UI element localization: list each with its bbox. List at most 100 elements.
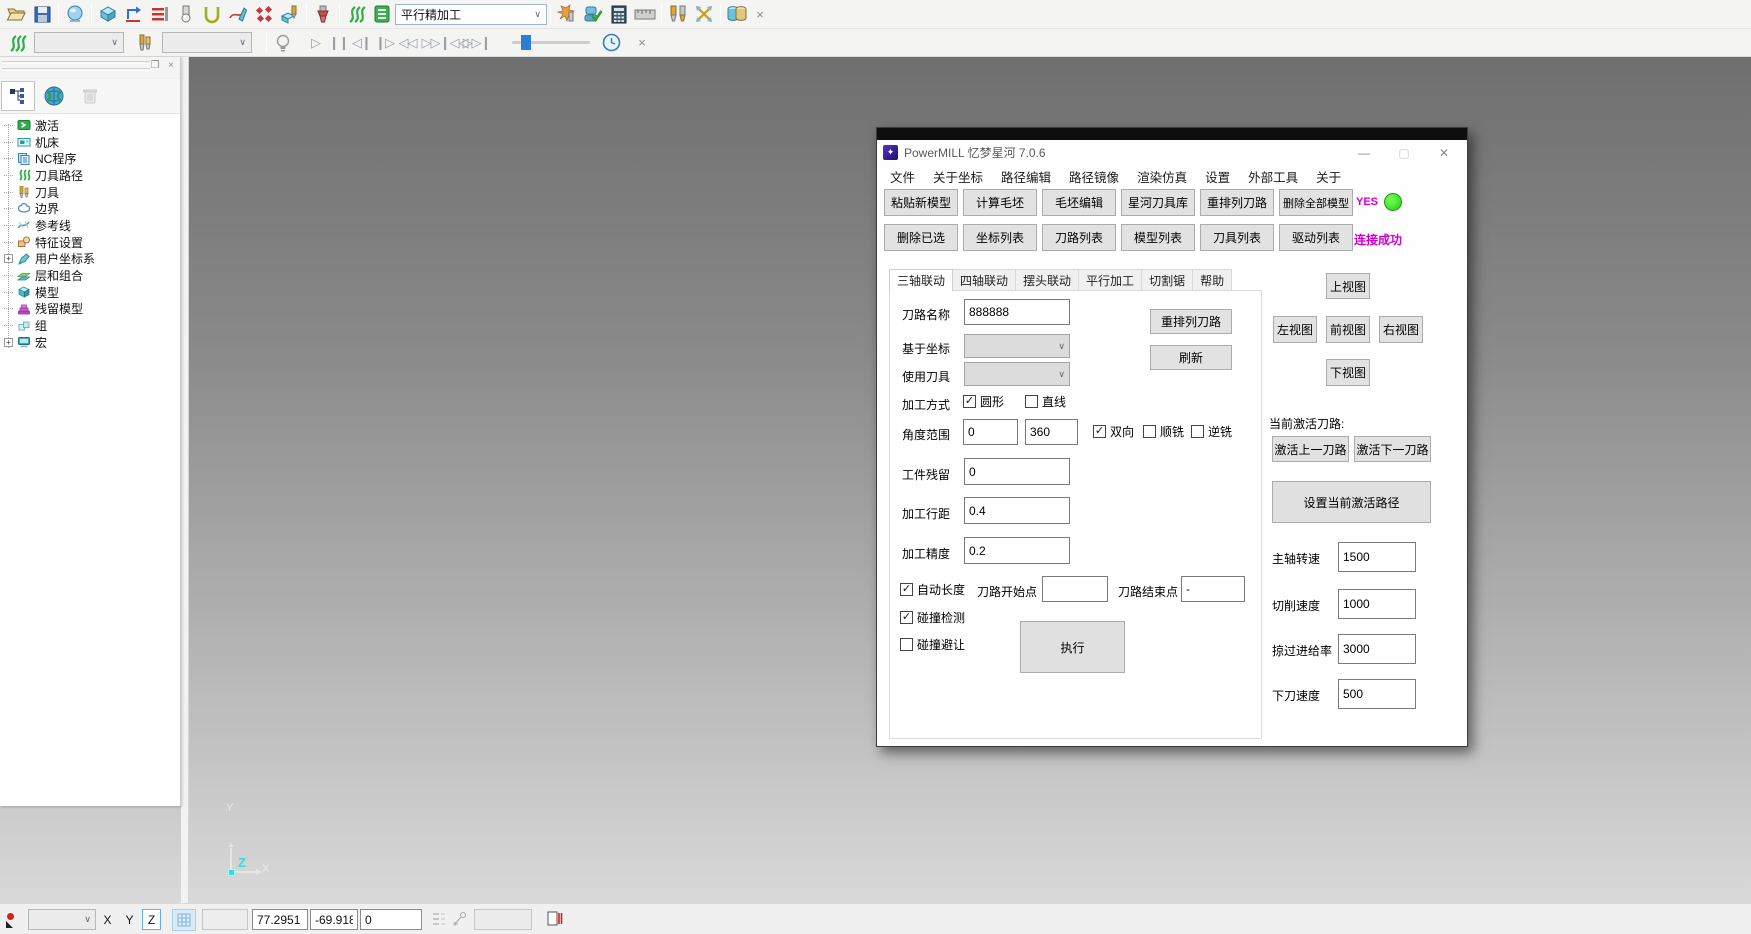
mode-line-checkbox[interactable]: 直线 [1025,393,1066,410]
close-button[interactable]: ✕ [1427,146,1461,160]
toolpath-icon[interactable] [343,2,369,26]
rearrange-button[interactable]: 重排列刀路 [1150,309,1232,334]
menu-settings[interactable]: 设置 [1196,167,1239,186]
dialog-titlebar[interactable]: ✦ PowerMILL 忆梦星河 7.0.6 — ▢ ✕ [877,140,1467,165]
tree-item-feature-sets[interactable]: 特征设置 [0,234,180,251]
x-axis-button[interactable]: X [98,909,117,930]
tree-item-models[interactable]: 模型 [0,284,180,301]
menu-path-mirror[interactable]: 路径镜像 [1060,167,1128,186]
simulate-icon[interactable] [277,2,303,26]
rearrange-toolpaths-button[interactable]: 重排列刀路 [1200,189,1274,216]
toolpath-list-button[interactable]: 刀路列表 [1042,224,1116,251]
tab-saw[interactable]: 切割锯 [1141,269,1193,290]
tool-pair-icon[interactable] [665,2,691,26]
skip-end-icon[interactable]: ▷▷❙ [465,32,488,54]
expand-icon[interactable]: + [4,254,13,263]
angle-from-input[interactable] [963,419,1018,445]
calc-stock-button[interactable]: 计算毛坯 [963,189,1037,216]
pause-icon[interactable]: ❙❙ [327,32,350,54]
menu-coords[interactable]: 关于坐标 [924,167,992,186]
use-tool-dropdown[interactable]: ∨ [964,362,1070,386]
tree-item-activate[interactable]: 激活 [0,117,180,134]
grid-size-field[interactable] [202,909,248,930]
delete-all-models-button[interactable]: 删除全部模型 [1279,189,1353,216]
tree-item-boundaries[interactable]: 边界 [0,200,180,217]
tree-item-toolpaths[interactable]: 刀具路径 [0,167,180,184]
close-panel-icon[interactable]: × [165,60,177,71]
refresh-button[interactable]: 刷新 [1150,345,1232,370]
slider-handle[interactable] [521,35,531,50]
new-tool-icon[interactable] [554,2,580,26]
coord-list-button[interactable]: 坐标列表 [963,224,1037,251]
toolpath-select-dropdown[interactable]: ∨ [34,32,124,53]
view-bottom-button[interactable]: 下视图 [1326,359,1370,386]
spindle-speed-input[interactable] [1338,542,1416,572]
activate-prev-button[interactable]: 激活上一刀路 [1272,436,1349,462]
toolpath-name-input[interactable] [964,299,1070,325]
tool-holder-icon[interactable] [310,2,336,26]
activate-next-button[interactable]: 激活下一刀路 [1354,436,1431,462]
calculator-icon[interactable] [606,2,632,26]
delete-selected-button[interactable]: 删除已选 [884,224,958,251]
collision-icon[interactable] [199,2,225,26]
tool-select-dropdown[interactable]: ∨ [162,32,252,53]
tree-item-machine[interactable]: 机床 [0,134,180,151]
clock-icon[interactable] [598,31,624,55]
paste-model-button[interactable]: 粘贴新模型 [884,189,958,216]
strategy-dropdown[interactable]: 平行精加工 ∨ [395,4,547,25]
verify-icon[interactable] [580,2,606,26]
based-coord-dropdown[interactable]: ∨ [964,334,1070,358]
stepover-input[interactable] [964,497,1070,524]
z-axis-button[interactable]: Z [142,909,161,930]
fast-forward-icon[interactable]: ▷▷ [419,32,442,54]
coord-y-input[interactable] [310,909,358,930]
save-icon[interactable] [29,2,55,26]
strategy-list-icon[interactable] [369,2,395,26]
menu-path-edit[interactable]: 路径编辑 [992,167,1060,186]
menu-external-tools[interactable]: 外部工具 [1239,167,1307,186]
model-list-button[interactable]: 模型列表 [1121,224,1195,251]
tolerance-field[interactable] [474,909,532,930]
angle-to-input[interactable] [1025,419,1078,445]
feed-rate-icon[interactable] [147,2,173,26]
expand-icon[interactable]: + [4,338,13,347]
skip-start-icon[interactable]: ❙◁◁ [442,32,465,54]
page-marker-icon[interactable] [546,910,564,931]
view-top-button[interactable]: 上视图 [1326,273,1370,299]
float-panel-icon[interactable]: ❐ [149,60,161,71]
minimize-button[interactable]: — [1347,146,1381,160]
ruler-icon[interactable] [632,2,658,26]
tab-explorer-trash[interactable] [73,81,107,111]
panel-splitter[interactable] [181,57,189,903]
coord-z-input[interactable] [360,909,422,930]
tree-item-workplanes[interactable]: + 用户坐标系 [0,251,180,268]
view-right-button[interactable]: 右视图 [1379,316,1423,343]
play-icon[interactable]: ▷ [304,32,327,54]
toolbar-close-icon[interactable]: × [750,4,770,24]
open-file-icon[interactable] [3,2,29,26]
end-point-input[interactable] [1181,576,1245,602]
plunge-feed-input[interactable] [1338,679,1416,709]
toolpath-icon[interactable] [4,31,30,55]
workplane-dropdown[interactable]: ∨ [28,909,96,930]
tab-4axis[interactable]: 四轴联动 [952,269,1016,290]
collision-check-checkbox[interactable]: ✓ 碰撞检测 [900,609,965,626]
menu-file[interactable]: 文件 [881,167,924,186]
skim-feed-input[interactable] [1338,634,1416,664]
tree-item-levels-sets[interactable]: 层和组合 [0,267,180,284]
probe-icon[interactable] [452,911,468,930]
tool-icon[interactable] [173,2,199,26]
edit-stock-button[interactable]: 毛坯编辑 [1042,189,1116,216]
tab-help[interactable]: 帮助 [1192,269,1232,290]
grid-snap-button[interactable] [172,909,196,931]
collision-avoid-checkbox[interactable]: 碰撞避让 [900,636,965,653]
view-left-button[interactable]: 左视图 [1273,316,1317,343]
y-axis-button[interactable]: Y [120,909,139,930]
lightbulb-icon[interactable] [270,31,296,55]
drag-handle[interactable] [2,61,150,64]
coordinate-list-icon[interactable] [432,911,446,930]
pattern-icon[interactable] [225,2,251,26]
execute-button[interactable]: 执行 [1020,621,1125,673]
stock-allowance-input[interactable] [964,458,1070,485]
rapid-move-icon[interactable] [121,2,147,26]
